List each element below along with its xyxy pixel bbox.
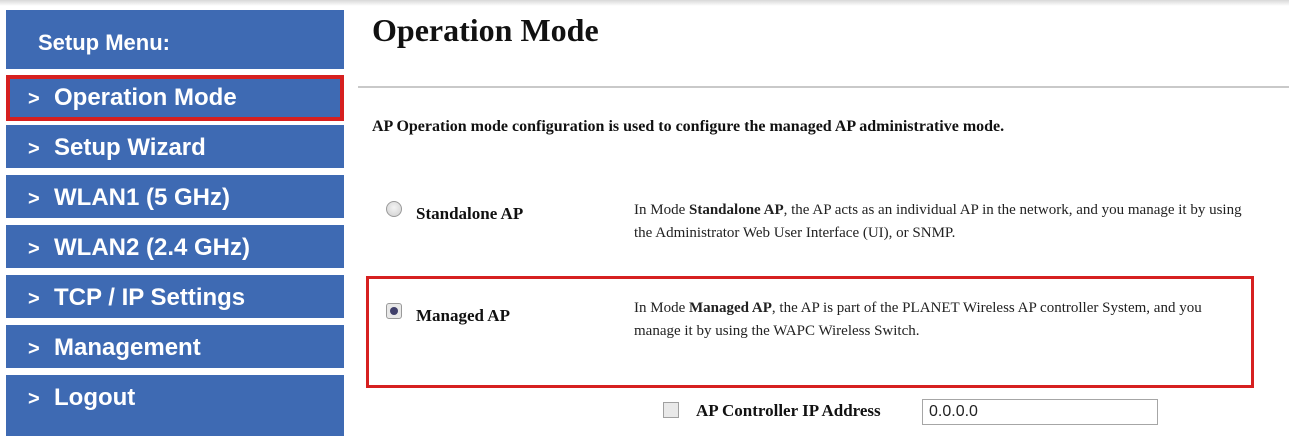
radio-dot <box>390 307 398 315</box>
standalone-ap-radio[interactable] <box>386 201 402 217</box>
chevron-right-icon: > <box>28 338 40 360</box>
window-top-shadow <box>0 0 1289 6</box>
chevron-right-icon: > <box>28 188 40 210</box>
managed-ap-description: In Mode Managed AP, the AP is part of th… <box>634 297 1244 343</box>
chevron-right-icon: > <box>28 288 40 310</box>
setup-menu-header: Setup Menu: <box>6 10 344 72</box>
desc-bold: Standalone AP <box>689 202 784 218</box>
sidebar-item-logout[interactable]: > Logout <box>6 375 344 436</box>
managed-ap-label: Managed AP <box>416 306 510 325</box>
ap-controller-ip-label: AP Controller IP Address <box>696 401 881 420</box>
setup-menu-sidebar: Setup Menu: > Operation Mode > Setup Wizar… <box>6 10 344 436</box>
desc-prefix: In Mode <box>634 202 689 218</box>
ap-controller-ip-input[interactable] <box>922 399 1158 425</box>
sidebar-item-label: Setup Wizard <box>54 134 206 161</box>
sidebar-item-label: Management <box>54 334 201 361</box>
sidebar-item-wlan1[interactable]: > WLAN1 (5 GHz) <box>6 175 344 221</box>
standalone-ap-description: In Mode Standalone AP, the AP acts as an… <box>634 199 1244 245</box>
sidebar-item-management[interactable]: > Management <box>6 325 344 371</box>
sidebar-item-setup-wizard[interactable]: > Setup Wizard <box>6 125 344 171</box>
managed-ap-radio[interactable] <box>386 303 402 319</box>
title-divider <box>358 86 1289 88</box>
sidebar-item-operation-mode[interactable]: > Operation Mode <box>6 75 344 121</box>
chevron-right-icon: > <box>28 88 40 110</box>
chevron-right-icon: > <box>28 388 40 410</box>
page-title: Operation Mode <box>372 12 599 48</box>
sidebar-item-label: WLAN2 (2.4 GHz) <box>54 234 251 261</box>
desc-bold: Managed AP <box>689 300 772 316</box>
sidebar-item-tcp-ip-settings[interactable]: > TCP / IP Settings <box>6 275 344 321</box>
intro-text: AP Operation mode configuration is used … <box>372 118 1005 135</box>
sidebar-item-label: WLAN1 (5 GHz) <box>54 184 230 211</box>
chevron-right-icon: > <box>28 138 40 160</box>
standalone-ap-label: Standalone AP <box>416 204 524 223</box>
ap-controller-checkbox[interactable] <box>663 402 679 418</box>
sidebar-item-label: Logout <box>54 384 136 411</box>
chevron-right-icon: > <box>28 238 40 260</box>
sidebar-item-wlan2[interactable]: > WLAN2 (2.4 GHz) <box>6 225 344 271</box>
sidebar-item-label: Operation Mode <box>54 84 237 111</box>
sidebar-item-label: TCP / IP Settings <box>54 284 246 311</box>
desc-prefix: In Mode <box>634 300 689 316</box>
